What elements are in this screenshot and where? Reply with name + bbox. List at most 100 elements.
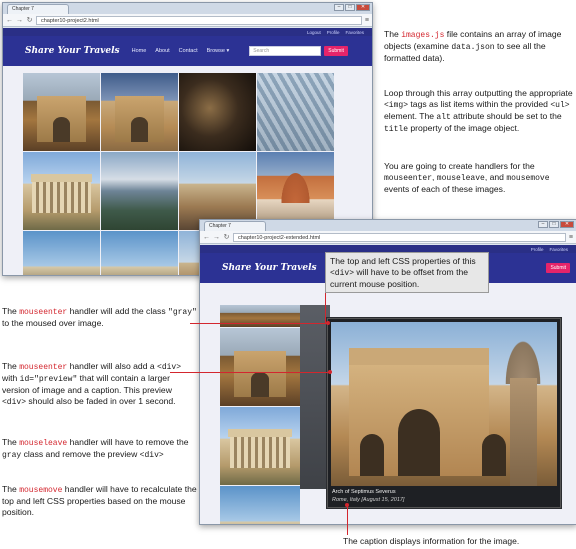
back-arrow-icon[interactable]: ←: [6, 17, 13, 24]
reload-icon[interactable]: ↻: [26, 17, 33, 24]
annotation-code: <div>: [2, 398, 27, 407]
image-thumb[interactable]: [101, 231, 178, 275]
annotation-code: <ul>: [550, 101, 570, 110]
site-header: Share Your Travels Home About Contact Br…: [3, 36, 372, 66]
annotation-loop: Loop through this array outputting the a…: [384, 88, 574, 135]
annotation-text: class and remove the preview: [21, 449, 140, 459]
profile-link[interactable]: Profile: [531, 247, 544, 252]
annotation-text: attribute should be set to the: [450, 111, 562, 121]
url-field[interactable]: chapter10-project2.html: [36, 15, 362, 25]
annotation-code: title: [384, 125, 409, 134]
image-preview: Arch of Septimus Severus Rome, Italy [Au…: [327, 318, 561, 508]
temple-roof: [228, 428, 292, 437]
gray-image-thumb[interactable]: [300, 305, 330, 489]
maximize-icon[interactable]: □: [345, 4, 355, 11]
forward-arrow-icon[interactable]: →: [16, 17, 23, 24]
submit-button[interactable]: Submit: [324, 46, 348, 56]
caption-location: Rome, Italy [August 15, 2017]: [332, 497, 405, 503]
annotation-text: , and: [484, 172, 507, 182]
submit-button[interactable]: Submit: [546, 263, 570, 273]
nav-home[interactable]: Home: [132, 48, 147, 54]
url-field[interactable]: chapter10-project2-extended.html: [233, 232, 566, 242]
preview-image: [331, 322, 557, 486]
close-icon[interactable]: ✕: [356, 4, 370, 11]
window-controls: – □ ✕: [538, 221, 574, 228]
minimize-icon[interactable]: –: [538, 221, 548, 228]
dome-shape: [278, 167, 313, 203]
annotation-code: mouseenter: [19, 308, 68, 317]
temple-columns: [32, 181, 91, 213]
leader-line-callout: [325, 293, 326, 323]
annotation-code: mouseenter: [19, 363, 68, 372]
annotation-code: mouseenter: [384, 174, 433, 183]
annotation-text: property of the image object.: [408, 123, 520, 133]
favorites-link[interactable]: Favorites: [345, 30, 364, 35]
logout-link[interactable]: Logout: [307, 30, 321, 35]
minimize-icon[interactable]: –: [334, 4, 344, 11]
nav-browse[interactable]: Browse ▾: [207, 48, 230, 54]
annotation-code: alt: [436, 113, 451, 122]
annotation-mouseenter-preview: The mouseenter handler will also add a <…: [2, 361, 198, 408]
annotation-code: mousemove: [19, 486, 63, 495]
annotation-text: The: [384, 29, 402, 39]
nav-contact[interactable]: Contact: [179, 48, 198, 54]
temple-roof: [30, 173, 93, 182]
image-thumb[interactable]: [23, 231, 100, 275]
caption-title: Arch of Septimus Severus: [332, 489, 396, 495]
image-thumb[interactable]: [23, 73, 100, 151]
leader-dot: [328, 370, 332, 374]
callout-code: <div>: [330, 269, 355, 278]
annotation-text: tags as list items within the provided: [408, 99, 551, 109]
annotation-code: mouseleave: [436, 174, 485, 183]
annotation-text: The: [2, 306, 20, 316]
leader-line-preview: [170, 372, 330, 373]
leader-line-caption: [347, 505, 348, 535]
image-thumb[interactable]: [220, 328, 300, 406]
image-thumb[interactable]: [101, 73, 178, 151]
maximize-icon[interactable]: □: [549, 221, 559, 228]
church-tower: [509, 377, 537, 486]
image-thumb[interactable]: [179, 73, 256, 151]
profile-link[interactable]: Profile: [327, 30, 340, 35]
menu-icon[interactable]: ≡: [569, 234, 573, 241]
account-links: Logout Profile Favorites: [3, 28, 372, 36]
leader-dot: [345, 503, 349, 507]
image-thumb[interactable]: [220, 486, 300, 524]
ruins-shape: [36, 96, 87, 142]
browser-tab[interactable]: Chapter 7: [7, 4, 69, 14]
image-thumb[interactable]: [23, 152, 100, 230]
favorites-link[interactable]: Favorites: [549, 247, 568, 252]
annotation-text: The: [2, 437, 20, 447]
annotation-code: data.json: [451, 43, 495, 52]
site-logo[interactable]: Share Your Travels: [25, 46, 120, 56]
annotation-code: id="preview": [19, 375, 78, 384]
annotation-code: <div>: [157, 363, 182, 372]
annotation-text: handler will also add a: [67, 361, 158, 371]
image-thumb[interactable]: [101, 152, 178, 230]
annotation-code: images.js: [401, 31, 445, 40]
nav-about[interactable]: About: [155, 48, 169, 54]
browser-tab[interactable]: Chapter 7: [204, 221, 266, 231]
annotation-code: mouseleave: [19, 439, 68, 448]
window-controls: – □ ✕: [334, 4, 370, 11]
preview-caption: Arch of Septimus Severus Rome, Italy [Au…: [332, 488, 404, 504]
image-thumb[interactable]: [220, 407, 300, 485]
image-thumb[interactable]: [257, 73, 334, 151]
annotation-text: to the moused over image.: [2, 318, 104, 328]
chevron-down-icon: ▾: [226, 48, 230, 54]
ruins-shape: [234, 351, 286, 397]
annotation-text: should also be faded in over 1 second.: [26, 396, 176, 406]
site-logo[interactable]: Share Your Travels: [222, 263, 317, 273]
close-icon[interactable]: ✕: [560, 221, 574, 228]
search-input[interactable]: Search: [249, 46, 322, 56]
reload-icon[interactable]: ↻: [223, 234, 230, 241]
annotation-text: events of each of these images.: [384, 184, 506, 194]
tab-strip: Chapter 7 – □ ✕: [3, 3, 372, 14]
leader-line-gray: [190, 323, 328, 324]
menu-icon[interactable]: ≡: [365, 17, 369, 24]
back-arrow-icon[interactable]: ←: [203, 234, 210, 241]
annotation-images-js: The images.js file contains an array of …: [384, 29, 574, 64]
annotation-text: The: [2, 361, 20, 371]
forward-arrow-icon[interactable]: →: [213, 234, 220, 241]
annotation-text: The: [2, 484, 20, 494]
